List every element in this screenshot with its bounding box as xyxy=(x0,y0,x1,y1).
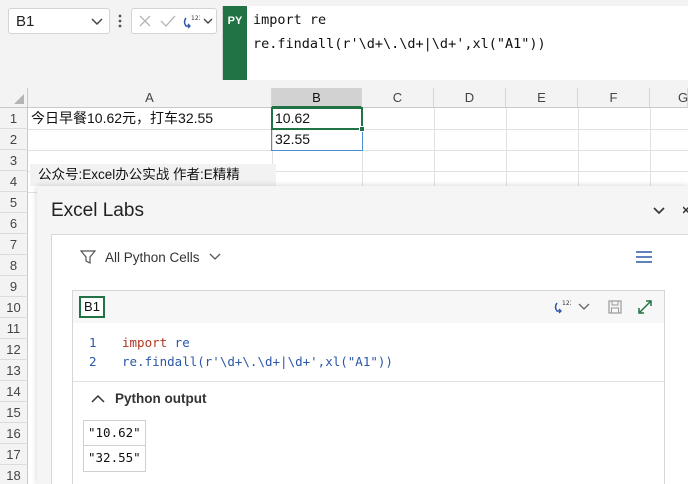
chevron-down-icon xyxy=(209,253,221,260)
code-line-2[interactable]: re.findall(r'\d+\.\d+|\d+',xl("A1")) xyxy=(122,354,393,369)
gridline xyxy=(650,108,651,192)
chevron-down-icon[interactable] xyxy=(90,12,104,30)
chevron-down-icon[interactable] xyxy=(202,14,214,28)
line-number: 1 xyxy=(89,335,97,350)
close-icon[interactable] xyxy=(683,204,688,218)
row-header-7[interactable]: 7 xyxy=(0,234,28,255)
excel-labs-pane: Excel Labs All Python Cells B1 123 1 imp… xyxy=(37,186,688,484)
column-header-e[interactable]: E xyxy=(506,88,578,108)
row-header-18[interactable]: 18 xyxy=(0,465,28,484)
row-header-11[interactable]: 11 xyxy=(0,318,28,339)
output-title: Python output xyxy=(115,391,207,406)
python-output-type-icon[interactable]: 123 xyxy=(182,14,200,30)
expand-icon[interactable] xyxy=(637,299,653,315)
column-header-b[interactable]: B xyxy=(272,88,362,108)
filter-label: All Python Cells xyxy=(105,250,200,265)
row-header-16[interactable]: 16 xyxy=(0,423,28,444)
name-box-value: B1 xyxy=(16,13,35,30)
pane-title: Excel Labs xyxy=(51,200,144,221)
divider xyxy=(73,381,664,382)
check-icon[interactable] xyxy=(160,14,176,28)
python-cell-card: B1 123 1 import re 2 re.findall(r'\d+\.\… xyxy=(72,290,665,484)
formula-line-2: re.findall(r'\d+\.\d+|\d+',xl("A1")) xyxy=(253,36,546,52)
gridline xyxy=(434,108,435,192)
python-badge: PY xyxy=(223,6,247,80)
formula-tools: 123 xyxy=(131,8,217,34)
cell-reference[interactable]: B1 xyxy=(79,296,105,318)
column-header-c[interactable]: C xyxy=(362,88,434,108)
cancel-icon[interactable] xyxy=(138,14,152,28)
filter-icon xyxy=(80,250,96,264)
column-header-f[interactable]: F xyxy=(578,88,650,108)
formula-line-1: import re xyxy=(253,12,327,28)
pane-body: All Python Cells B1 123 1 import re 2 re… xyxy=(51,234,688,484)
output-value: "32.55" xyxy=(88,450,141,465)
row-header-3[interactable]: 3 xyxy=(0,150,28,171)
card-header: B1 123 xyxy=(73,291,664,323)
code-text: re xyxy=(167,335,190,350)
output-table: "10.62" "32.55" xyxy=(83,420,146,472)
row-header-10[interactable]: 10 xyxy=(0,297,28,318)
active-cell-b1[interactable] xyxy=(271,107,365,132)
more-options-icon[interactable] xyxy=(115,12,125,30)
python-output-type-icon[interactable]: 123 xyxy=(553,299,571,315)
chevron-down-icon[interactable] xyxy=(652,206,666,216)
name-box[interactable]: B1 xyxy=(8,8,110,34)
svg-text:123: 123 xyxy=(562,300,571,307)
gridline xyxy=(578,108,579,192)
output-value: "10.62" xyxy=(84,421,145,446)
select-all-corner[interactable] xyxy=(0,88,28,108)
row-header-1[interactable]: 1 xyxy=(0,108,28,129)
fill-handle[interactable] xyxy=(359,126,365,132)
cell-a1[interactable]: 今日早餐10.62元，打车32.55 xyxy=(28,108,272,129)
row-header-5[interactable]: 5 xyxy=(0,192,28,213)
row-header-4[interactable]: 4 xyxy=(0,171,28,192)
formula-input[interactable]: PY import re re.findall(r'\d+\.\d+|\d+',… xyxy=(222,6,688,80)
row-header-8[interactable]: 8 xyxy=(0,255,28,276)
chevron-up-icon xyxy=(91,394,105,403)
row-header-13[interactable]: 13 xyxy=(0,360,28,381)
chevron-down-icon[interactable] xyxy=(578,302,590,312)
row-header-6[interactable]: 6 xyxy=(0,213,28,234)
column-header-g[interactable]: G xyxy=(650,88,688,108)
row-header-15[interactable]: 15 xyxy=(0,402,28,423)
menu-icon[interactable] xyxy=(635,250,653,264)
column-header-d[interactable]: D xyxy=(434,88,506,108)
row-header-2[interactable]: 2 xyxy=(0,129,28,150)
formula-bar-area: B1 123 PY import re re.findall(r'\d+\.\d… xyxy=(0,0,688,88)
svg-text:123: 123 xyxy=(191,15,200,22)
select-all-triangle-icon xyxy=(14,94,24,104)
column-header-a[interactable]: A xyxy=(28,88,272,108)
spill-range-border xyxy=(271,128,363,151)
save-icon[interactable] xyxy=(607,299,623,315)
row-header-12[interactable]: 12 xyxy=(0,339,28,360)
row-header-17[interactable]: 17 xyxy=(0,444,28,465)
line-number: 2 xyxy=(89,354,97,369)
row-header-14[interactable]: 14 xyxy=(0,381,28,402)
row-header-9[interactable]: 9 xyxy=(0,276,28,297)
code-keyword: import xyxy=(122,335,168,350)
watermark-text: 公众号:Excel办公实战 作者:E精精 xyxy=(30,164,276,186)
gridline xyxy=(506,108,507,192)
code-line-1[interactable]: import re xyxy=(122,335,190,350)
